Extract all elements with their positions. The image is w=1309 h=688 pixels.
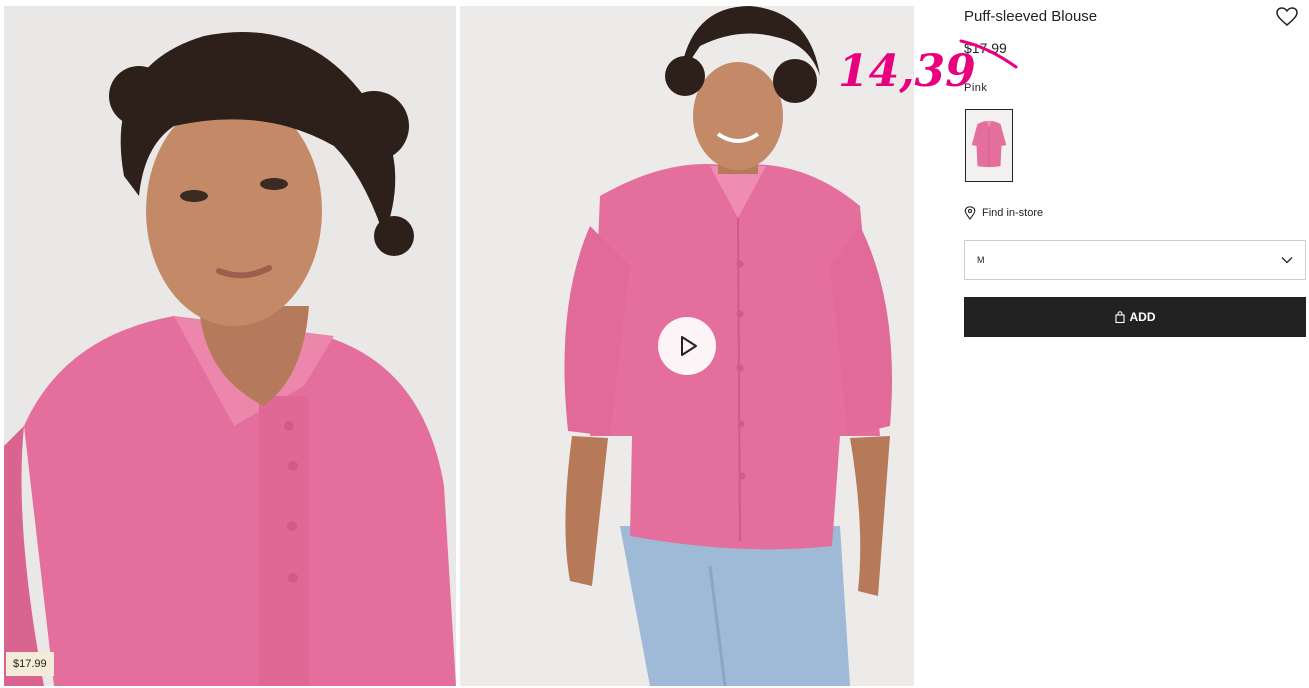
color-swatch-pink[interactable] <box>965 109 1013 182</box>
shopping-bag-icon <box>1114 311 1125 323</box>
closeup-photo-illustration <box>4 6 456 686</box>
add-to-bag-button[interactable]: ADD <box>964 297 1306 337</box>
play-video-button[interactable] <box>658 317 716 375</box>
play-icon <box>681 336 697 356</box>
selected-size: M <box>977 255 985 265</box>
sale-price-overlay: 14,39 <box>838 46 976 97</box>
product-gallery: $17.99 <box>0 0 916 688</box>
product-photo-closeup[interactable] <box>4 6 456 686</box>
product-title: Puff-sleeved Blouse <box>964 8 1098 25</box>
favorite-button[interactable] <box>1276 7 1298 27</box>
find-in-store-label: Find in-store <box>982 207 1044 219</box>
chevron-down-icon <box>1281 257 1293 264</box>
location-pin-icon <box>964 206 976 220</box>
price-strike-mark <box>959 39 1018 69</box>
size-select[interactable]: M <box>964 240 1306 280</box>
find-in-store-link[interactable]: Find in-store <box>964 206 1043 220</box>
price-chip: $17.99 <box>6 652 54 676</box>
heart-icon <box>1276 7 1298 26</box>
product-details-panel: Puff-sleeved Blouse $17.99 Pink Find in-… <box>959 0 1306 688</box>
color-label: Pink <box>964 82 988 94</box>
swatch-blouse-thumbnail <box>966 110 1012 181</box>
add-to-bag-label: ADD <box>1129 310 1156 324</box>
